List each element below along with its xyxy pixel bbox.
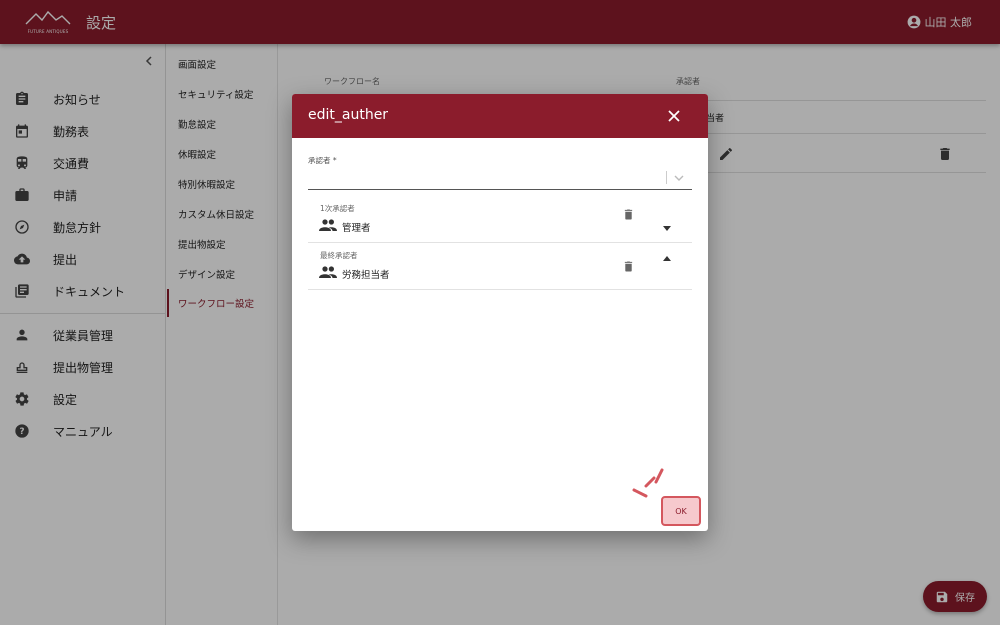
chevron-down-icon[interactable] [673,174,685,182]
approver-field-label: 承認者 * [308,156,337,165]
select-separator [666,171,667,184]
ok-button[interactable]: OK [661,496,701,526]
edit-approver-dialog: edit_auther 承認者 * 1次承認者 管理者 最終承認者 労務担当者 … [292,94,708,531]
approver-row: 最終承認者 労務担当者 [308,243,692,290]
arrow-down-icon[interactable] [663,226,671,231]
group-icon [319,266,337,278]
dialog-header: edit_auther [292,94,708,138]
dialog-title: edit_auther [308,107,389,123]
group-icon [319,219,337,231]
approver-name: 管理者 [342,223,371,234]
approver-stage: 1次承認者 [320,204,355,213]
approver-stage: 最終承認者 [320,251,358,260]
trash-icon[interactable] [623,260,634,273]
approver-name: 労務担当者 [342,270,390,281]
approver-row: 1次承認者 管理者 [308,196,692,243]
trash-icon[interactable] [623,208,634,221]
arrow-up-icon[interactable] [663,256,671,261]
approver-select[interactable] [308,189,692,190]
close-icon[interactable] [667,109,681,123]
